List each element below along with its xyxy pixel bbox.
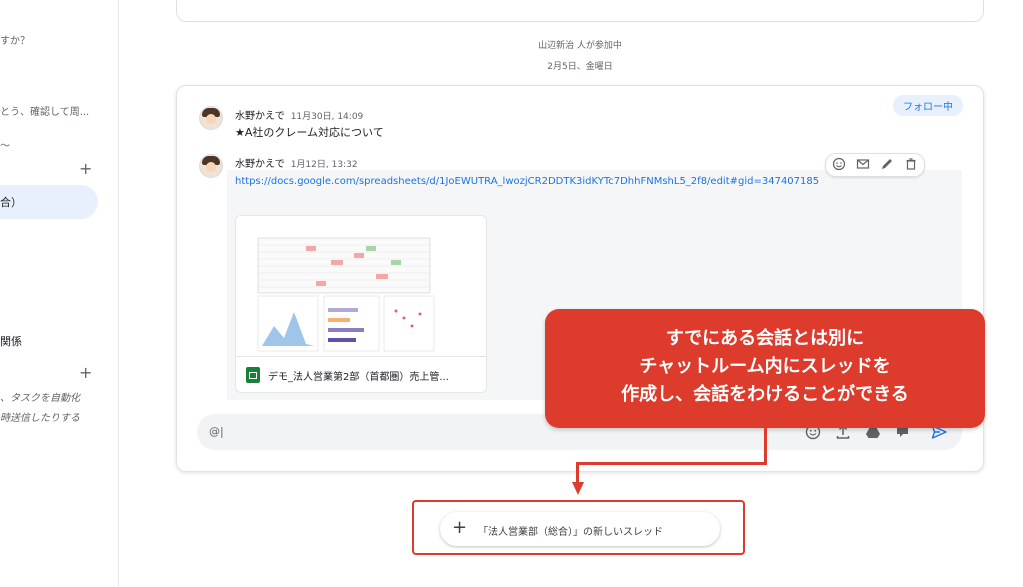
annotation-callout: すでにある会話とは別に チャットルーム内にスレッドを 作成し、会話をわけることが… — [545, 309, 985, 428]
sidebar: すか？ とう、確認して周... 〜 + 合） 関係 + 、タスクを自動化 時送信… — [0, 0, 119, 587]
previous-thread-card — [176, 0, 984, 22]
message-text: ★A社のクレーム対応について — [235, 126, 384, 139]
new-thread-label: 「法人営業部（総合）」の新しいスレッド — [478, 527, 663, 538]
attachment-card[interactable]: デモ_法人営業第2部（首都圏）売上管... — [235, 215, 487, 393]
callout-connector — [576, 462, 767, 465]
edit-icon[interactable] — [880, 157, 894, 171]
callout-line: すでにある会話とは別に — [665, 328, 865, 349]
sidebar-description: 時送信したりする — [0, 413, 80, 424]
callout-line: チャットルーム内にスレッドを — [639, 356, 891, 377]
sidebar-item-active[interactable]: 合） — [0, 185, 98, 219]
spreadsheet-preview — [236, 216, 486, 356]
plus-icon: + — [452, 517, 468, 538]
message-header: 水野かえで 11月30日, 14:09 — [235, 107, 363, 122]
avatar[interactable] — [199, 154, 223, 178]
spreadsheet-thumbnail — [257, 237, 435, 352]
sidebar-item-label: 合） — [0, 196, 22, 209]
sidebar-snippet: 〜 — [0, 141, 10, 152]
sidebar-add-button[interactable]: + — [79, 365, 92, 381]
spreadsheet-link[interactable]: https://docs.google.com/spreadsheets/d/1… — [235, 174, 865, 190]
author-name: 水野かえで — [235, 111, 285, 122]
timestamp: 1月12日, 13:32 — [290, 160, 358, 170]
date-divider: 2月5日、金曜日 — [547, 62, 613, 72]
sidebar-snippet: とう、確認して周... — [0, 107, 90, 118]
highlight-box: + 「法人営業部（総合）」の新しいスレッド — [412, 500, 745, 555]
author-name: 水野かえで — [235, 159, 285, 170]
sheets-icon — [246, 367, 260, 383]
callout-connector — [764, 428, 767, 465]
delete-icon[interactable] — [904, 157, 918, 171]
callout-arrow-icon — [572, 482, 584, 495]
new-thread-button[interactable]: + 「法人営業部（総合）」の新しいスレッド — [440, 512, 720, 546]
smile-icon[interactable] — [832, 157, 846, 171]
sidebar-description: 、タスクを自動化 — [0, 393, 80, 404]
timestamp: 11月30日, 14:09 — [290, 112, 364, 122]
follow-button[interactable]: フォロー中 — [893, 95, 963, 116]
member-joined-notice: 山辺新治 人が参加中 — [538, 41, 622, 51]
message-header: 水野かえで 1月12日, 13:32 — [235, 155, 358, 170]
attachment-title: デモ_法人営業第2部（首都圏）売上管... — [268, 372, 449, 383]
reply-input-placeholder: @| — [209, 425, 224, 438]
sidebar-section-label: 関係 — [0, 335, 22, 348]
callout-line: 作成し、会話をわけることができる — [621, 384, 909, 405]
mail-icon[interactable] — [856, 157, 870, 171]
callout-connector — [576, 462, 579, 484]
avatar[interactable] — [199, 106, 223, 130]
sidebar-add-button[interactable]: + — [79, 161, 92, 177]
attachment-title-row: デモ_法人営業第2部（首都圏）売上管... — [236, 356, 486, 392]
